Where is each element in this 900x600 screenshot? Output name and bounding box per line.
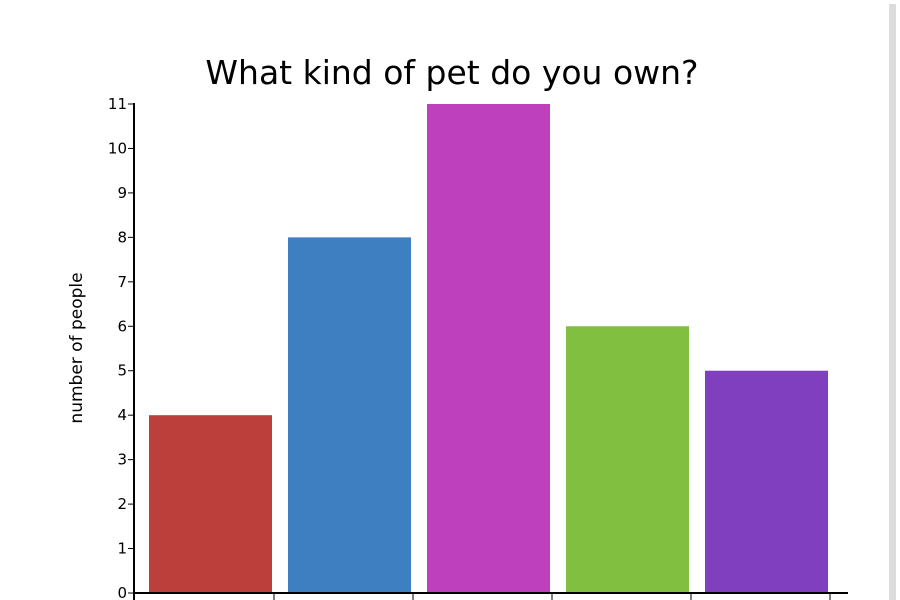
y-tick-label: 6 [117, 317, 127, 335]
y-axis-label: number of people [67, 272, 87, 423]
bar [705, 370, 828, 593]
y-tick-label: 3 [117, 451, 127, 469]
y-tick-label: 0 [117, 584, 127, 600]
x-axis [133, 592, 848, 600]
y-tick-label: 10 [108, 139, 127, 157]
bar [288, 237, 411, 593]
chart-title: What kind of pet do you own? [205, 53, 698, 92]
bar-chart: What kind of pet do you own? number of p… [67, 53, 848, 600]
y-tick-label: 4 [117, 406, 127, 424]
y-tick-label: 7 [117, 273, 127, 291]
y-tick-label: 2 [117, 495, 127, 513]
bar [566, 326, 689, 593]
bars [149, 104, 828, 593]
y-tick-label: 5 [117, 362, 127, 380]
bar [149, 415, 272, 593]
y-tick-label: 1 [117, 540, 127, 558]
y-axis: 0 1 2 3 4 5 6 7 8 9 10 11 [108, 95, 135, 600]
y-tick-label: 9 [117, 184, 127, 202]
bar [427, 104, 550, 593]
y-tick-label: 8 [117, 228, 127, 246]
y-tick-label: 11 [108, 95, 127, 113]
page: What kind of pet do you own? number of p… [0, 0, 900, 600]
scrollbar-thumb[interactable] [889, 4, 896, 600]
